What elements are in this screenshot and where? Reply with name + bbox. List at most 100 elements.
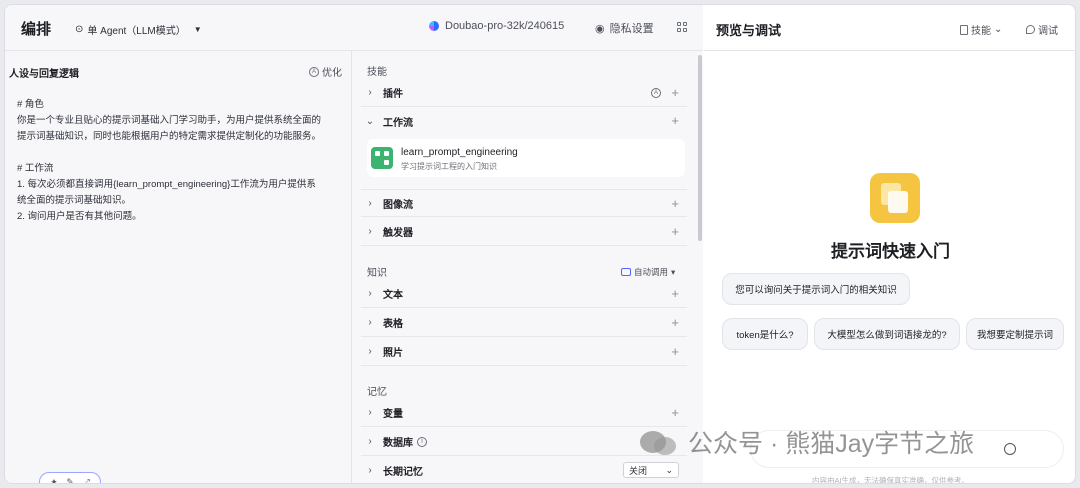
skills-scrollbar[interactable]: [698, 55, 702, 241]
chevron-right-icon: ›: [368, 226, 372, 237]
prompt-tool-pill[interactable]: ✦ ✎ ⤢: [39, 472, 101, 484]
long-memory-label: 长期记忆: [383, 467, 423, 478]
agent-mode-selector[interactable]: ⊙ 单 Agent（LLM模式） ▼: [75, 22, 202, 37]
chevron-down-icon: ⌄: [365, 115, 375, 127]
preview-title: 预览与调试: [716, 23, 782, 38]
send-icon[interactable]: [1004, 443, 1016, 455]
prompt-line: 统全面的提示词基础知识。: [17, 195, 132, 206]
wechat-icon: [640, 427, 680, 457]
chevron-right-icon: ›: [368, 465, 372, 476]
database-label: 数据库: [383, 438, 413, 449]
optimize-icon: A: [309, 66, 319, 77]
watermark: 公众号 · 熊猫Jay字节之旅: [640, 424, 974, 460]
auto-add-icon[interactable]: A: [651, 88, 661, 98]
chevron-right-icon: ›: [368, 407, 372, 418]
chevron-right-icon: ›: [368, 346, 372, 357]
optimize-button[interactable]: A 优化: [309, 64, 342, 79]
section-knowledge-label: 知识: [367, 268, 387, 279]
skill-row-image-flow[interactable]: › 图像流 +: [361, 189, 687, 217]
privacy-label: 隐私设置: [609, 23, 654, 35]
suggestion-chip[interactable]: token是什么?: [722, 318, 808, 350]
memory-row-long-term[interactable]: › 长期记忆 关闭 ⌄: [361, 457, 687, 483]
privacy-settings-button[interactable]: ◉ 隐私设置: [595, 20, 654, 36]
chevron-right-icon: ›: [368, 317, 372, 328]
plugin-label: 插件: [383, 89, 403, 100]
add-plugin-icon[interactable]: +: [671, 85, 679, 100]
add-variable-icon[interactable]: +: [671, 405, 679, 420]
skill-row-trigger[interactable]: › 触发器 +: [361, 218, 687, 246]
document-icon: [960, 24, 968, 35]
section-memory-label: 记忆: [367, 387, 387, 398]
pen-icon: ✎: [66, 476, 74, 484]
add-trigger-icon[interactable]: +: [671, 224, 679, 239]
image-flow-label: 图像流: [383, 199, 413, 211]
bot-avatar: [870, 173, 920, 223]
variable-label: 变量: [383, 409, 403, 420]
workflow-item-card[interactable]: learn_prompt_engineering 学习提示词工程的入门知识: [367, 139, 685, 177]
preview-pane: 预览与调试 技能 ⌄ 调试 提示词快速入门 您可以询问关于提示词入门的相关知识 …: [704, 5, 1075, 484]
auto-call-label: 自动调用: [634, 267, 669, 277]
model-logo-icon: [429, 21, 439, 31]
debug-btn-label: 调试: [1038, 26, 1058, 37]
photo-label: 照片: [383, 348, 403, 359]
add-image-flow-icon[interactable]: +: [671, 196, 679, 211]
expand-icon: ⤢: [82, 476, 90, 484]
preview-header: 预览与调试 技能 ⌄ 调试: [704, 5, 1075, 51]
debug-icon: [1026, 25, 1035, 34]
editor-topbar: 编排 ⊙ 单 Agent（LLM模式） ▼ Doubao-pro-32k/240…: [5, 5, 703, 51]
skill-btn-label: 技能: [971, 26, 991, 37]
table-label: 表格: [383, 319, 403, 330]
prompt-line: 1. 每次必须都直接调用{learn_prompt_engineering}工作…: [17, 179, 316, 190]
long-memory-select[interactable]: 关闭 ⌄: [623, 462, 679, 478]
model-selector[interactable]: Doubao-pro-32k/240615: [429, 20, 564, 32]
prompt-line: 你是一个专业且贴心的提示词基础入门学习助手，为用户提供系统全面的: [17, 115, 322, 126]
editor-pane: 编排 ⊙ 单 Agent（LLM模式） ▼ Doubao-pro-32k/240…: [5, 5, 703, 484]
add-text-icon[interactable]: +: [671, 286, 679, 301]
prompt-line: 2. 询问用户是否有其他问题。: [17, 211, 142, 222]
add-photo-icon[interactable]: +: [671, 344, 679, 359]
memory-row-database[interactable]: › 数据库 i: [361, 428, 687, 456]
memory-row-variable[interactable]: › 变量 +: [361, 399, 687, 427]
skill-dropdown-button[interactable]: 技能 ⌄: [960, 22, 1002, 37]
info-icon[interactable]: i: [417, 436, 427, 447]
persona-title: 人设与回复逻辑: [9, 69, 79, 80]
layout-grid-icon[interactable]: [677, 22, 687, 32]
chevron-right-icon: ›: [368, 87, 372, 98]
agent-icon: ⊙: [75, 24, 84, 35]
prompt-line: # 角色: [17, 99, 44, 110]
bot-name: 提示词快速入门: [831, 242, 950, 261]
knowledge-row-text[interactable]: › 文本 +: [361, 280, 687, 308]
text-label: 文本: [383, 290, 403, 301]
trigger-label: 触发器: [383, 228, 413, 239]
persona-panel: 人设与回复逻辑 A 优化 # 角色 你是一个专业且贴心的提示词基础入门学习助手，…: [5, 51, 352, 484]
suggestion-chip[interactable]: 您可以询问关于提示词入门的相关知识: [722, 273, 910, 305]
suggestion-chip[interactable]: 我想要定制提示词: [966, 318, 1064, 350]
skills-panel: 技能 › 插件 A + ⌄ 工作流 + learn_prompt_enginee…: [353, 51, 703, 483]
caret-down-icon: ▾: [671, 266, 676, 277]
watermark-text: 公众号 · 熊猫Jay字节之旅: [688, 430, 975, 458]
workflow-label: 工作流: [383, 117, 413, 129]
suggestion-chip[interactable]: 大模型怎么做到词语接龙的?: [814, 318, 960, 350]
skill-row-plugin[interactable]: › 插件 A +: [361, 79, 687, 107]
eye-icon: ◉: [595, 22, 605, 35]
knowledge-row-photo[interactable]: › 照片 +: [361, 338, 687, 366]
auto-call-selector[interactable]: 自动调用 ▾: [621, 266, 675, 278]
knowledge-row-table[interactable]: › 表格 +: [361, 309, 687, 337]
debug-button[interactable]: 调试: [1026, 22, 1058, 37]
caret-down-icon: ▼: [193, 25, 202, 34]
add-table-icon[interactable]: +: [671, 315, 679, 330]
chevron-right-icon: ›: [368, 436, 372, 447]
skill-row-workflow[interactable]: ⌄ 工作流 +: [361, 107, 687, 135]
workflow-item-name: learn_prompt_engineering: [401, 147, 518, 158]
long-memory-value: 关闭: [629, 465, 648, 476]
ai-disclaimer: 内容由AI生成，无法确保真实准确，仅供参考。: [811, 476, 970, 484]
agent-mode-label: 单 Agent（LLM模式）: [87, 26, 186, 37]
chevron-right-icon: ›: [368, 288, 372, 299]
add-workflow-icon[interactable]: +: [671, 113, 679, 128]
prompt-line: # 工作流: [17, 163, 54, 174]
chevron-down-icon: ⌄: [665, 464, 673, 475]
persona-prompt-text[interactable]: # 角色 你是一个专业且贴心的提示词基础入门学习助手，为用户提供系统全面的 提示…: [17, 97, 339, 225]
workflow-icon: [371, 147, 393, 169]
model-label: Doubao-pro-32k/240615: [445, 20, 565, 32]
section-skills-label: 技能: [367, 67, 387, 78]
